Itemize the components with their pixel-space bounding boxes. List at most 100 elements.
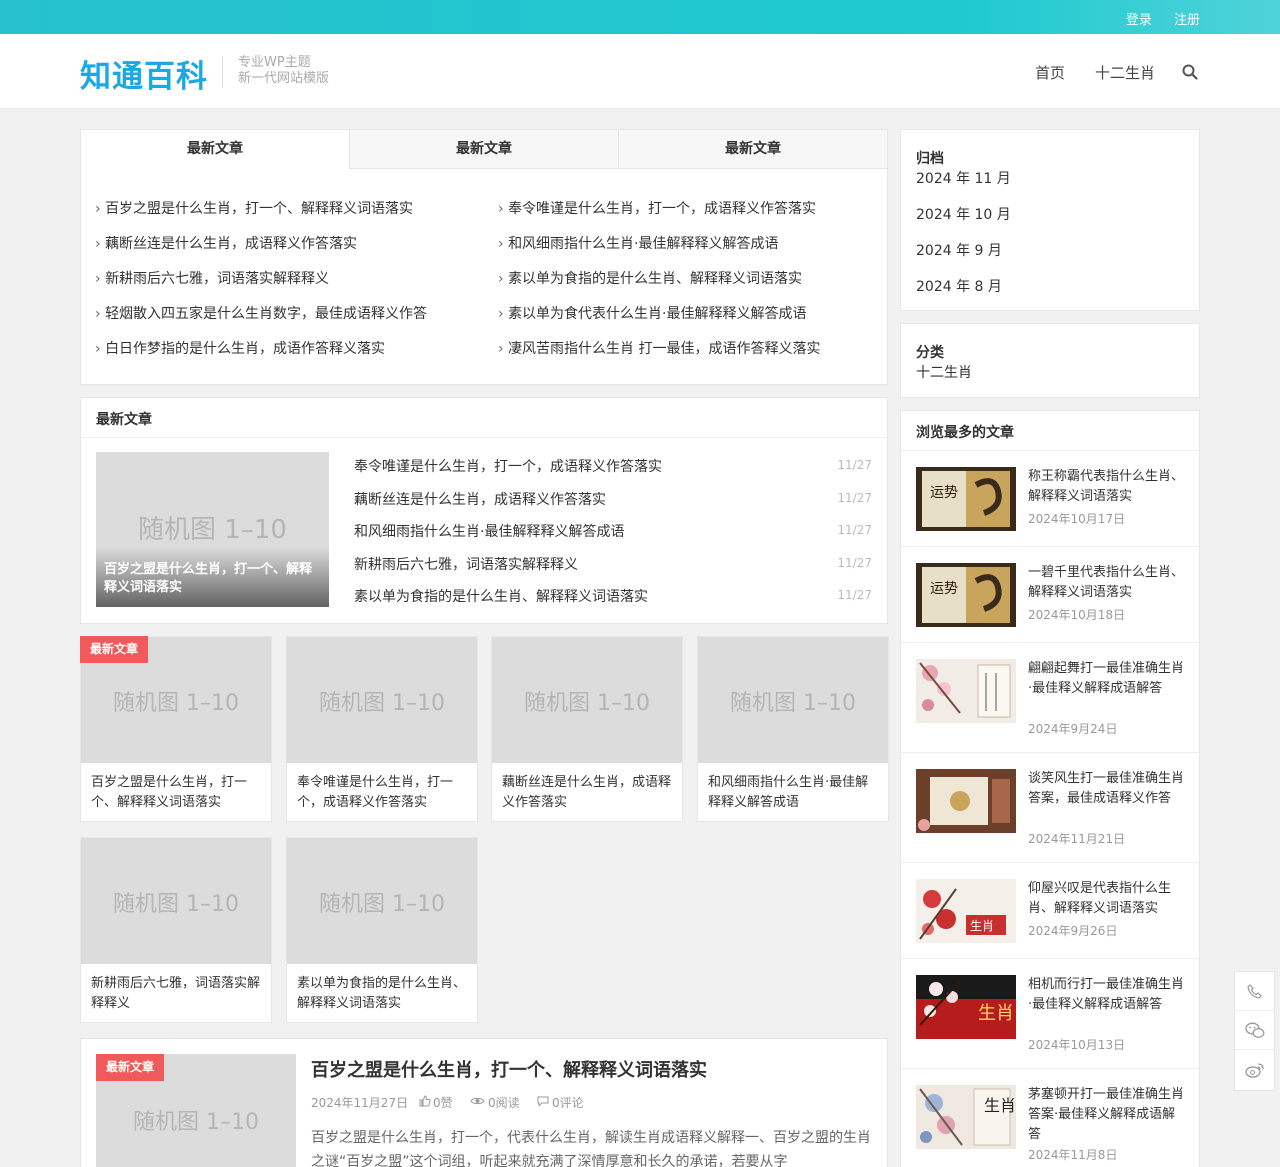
search-icon[interactable] bbox=[1182, 64, 1198, 80]
thumb-text: 生肖 bbox=[984, 1096, 1016, 1115]
tab-link[interactable]: 白日作梦指的是什么生肖，成语作答释义落实 bbox=[95, 338, 385, 358]
article-card[interactable]: 随机图 1–10 百岁之盟是什么生肖，打一个、解释释义词语落实 bbox=[80, 636, 272, 822]
popular-thumbnail[interactable] bbox=[916, 769, 1016, 833]
popular-item-title[interactable]: 相机而行打一最佳准确生肖·最佳释义解释成语解答 bbox=[1028, 975, 1188, 1015]
latest-badge: 最新文章 bbox=[80, 636, 149, 663]
tab-link[interactable]: 和风细雨指什么生肖·最佳解释释义解答成语 bbox=[498, 233, 778, 253]
card-thumbnail: 随机图 1–10 bbox=[81, 838, 271, 964]
list-item[interactable]: 和风细雨指什么生肖·最佳解释释义解答成语 bbox=[354, 521, 874, 541]
tab-link[interactable]: 奉令唯谨是什么生肖，打一个，成语释义作答落实 bbox=[498, 198, 816, 218]
box-divider bbox=[81, 437, 887, 438]
tab-latest-2[interactable]: 最新文章 bbox=[349, 130, 618, 169]
list-item-date: 11/27 bbox=[837, 523, 872, 537]
thumb-text: 运势 bbox=[930, 485, 958, 501]
article-badge: 最新文章 bbox=[96, 1054, 165, 1081]
article-tabs: 最新文章 最新文章 最新文章 bbox=[81, 130, 887, 169]
card-placeholder-text: 随机图 1–10 bbox=[113, 892, 239, 917]
popular-item-date: 2024年10月13日 bbox=[1028, 1038, 1126, 1052]
tab-link[interactable]: 藕断丝连是什么生肖，成语释义作答落实 bbox=[95, 233, 357, 253]
popular-item-title[interactable]: 谈笑风生打一最佳准确生肖答案，最佳成语释义作答 bbox=[1028, 769, 1188, 809]
tab-latest-1[interactable]: 最新文章 bbox=[81, 130, 349, 169]
popular-thumbnail[interactable]: 生肖 bbox=[916, 975, 1016, 1039]
card-title[interactable]: 百岁之盟是什么生肖，打一个、解释释义词语落实 bbox=[91, 773, 263, 813]
popular-item-title[interactable]: 一碧千里代表指什么生肖、解释释义词语落实 bbox=[1028, 563, 1188, 603]
card-title[interactable]: 新耕雨后六七雅，词语落实解释释义 bbox=[91, 974, 263, 1014]
tab-link[interactable]: 凄风苦雨指什么生肖 打一最佳，成语作答释义落实 bbox=[498, 338, 820, 358]
popular-item[interactable]: 生肖 茅塞顿开打一最佳准确生肖答案·最佳释义解释成语解答 2024年11月8日 bbox=[901, 1068, 1199, 1167]
popular-item[interactable]: 运势 一碧千里代表指什么生肖、解释释义词语落实 2024年10月18日 bbox=[901, 546, 1199, 642]
popular-item[interactable]: 谈笑风生打一最佳准确生肖答案，最佳成语释义作答 2024年11月21日 bbox=[901, 752, 1199, 862]
popular-thumbnail[interactable] bbox=[916, 659, 1016, 723]
article-likes: 0赞 bbox=[433, 1096, 453, 1110]
site-header: 知通百科 专业WP主题 新一代网站模版 首页 十二生肖 bbox=[0, 34, 1280, 109]
tab-link[interactable]: 素以单为食指的是什么生肖、解释释义词语落实 bbox=[498, 268, 802, 288]
popular-thumbnail[interactable]: 生肖 bbox=[916, 879, 1016, 943]
phone-icon bbox=[1247, 984, 1262, 999]
article-excerpt: 百岁之盟是什么生肖，打一个，代表什么生肖，解读生肖成语释义解释一、百岁之盟的生肖… bbox=[311, 1130, 871, 1167]
latest-box-title: 最新文章 bbox=[96, 412, 152, 428]
register-link[interactable]: 注册 bbox=[1174, 13, 1200, 28]
comment-icon bbox=[537, 1096, 549, 1107]
popular-thumbnail[interactable]: 运势 bbox=[916, 563, 1016, 627]
list-item[interactable]: 新耕雨后六七雅，词语落实解释释义 bbox=[354, 554, 874, 574]
popular-thumbnail[interactable]: 生肖 bbox=[916, 1085, 1016, 1149]
card-title[interactable]: 素以单为食指的是什么生肖、解释释义词语落实 bbox=[297, 974, 469, 1014]
site-logo[interactable]: 知通百科 bbox=[80, 51, 208, 96]
popular-item[interactable]: 翩翩起舞打一最佳准确生肖·最佳释义解释成语解答 2024年9月24日 bbox=[901, 642, 1199, 752]
card-title[interactable]: 藕断丝连是什么生肖，成语释义作答落实 bbox=[502, 773, 674, 813]
popular-item[interactable]: 生肖 仰屋兴叹是代表指什么生肖、解释释义词语落实 2024年9月26日 bbox=[901, 862, 1199, 958]
weibo-button[interactable] bbox=[1235, 1050, 1274, 1089]
popular-item-title[interactable]: 翩翩起舞打一最佳准确生肖·最佳释义解释成语解答 bbox=[1028, 659, 1188, 699]
archive-link[interactable]: 2024 年 8 月 bbox=[916, 276, 1002, 296]
nav-zodiac[interactable]: 十二生肖 bbox=[1095, 62, 1155, 83]
list-item[interactable]: 藕断丝连是什么生肖，成语释义作答落实 bbox=[354, 489, 874, 509]
archive-widget: 归档 2024 年 11 月 2024 年 10 月 2024 年 9 月 20… bbox=[900, 129, 1200, 311]
card-thumbnail: 随机图 1–10 bbox=[287, 838, 477, 964]
floating-contact-bar bbox=[1234, 971, 1275, 1091]
list-item[interactable]: 奉令唯谨是什么生肖，打一个，成语释义作答落实 bbox=[354, 456, 874, 476]
card-placeholder-text: 随机图 1–10 bbox=[113, 691, 239, 716]
featured-placeholder-text: 随机图 1–10 bbox=[138, 515, 287, 545]
tab-latest-3[interactable]: 最新文章 bbox=[618, 130, 887, 169]
tab-link[interactable]: 新耕雨后六七雅，词语落实解释释义 bbox=[95, 268, 329, 288]
login-link[interactable]: 登录 bbox=[1126, 13, 1152, 28]
tab-link[interactable]: 素以单为食代表什么生肖·最佳解释释义解答成语 bbox=[498, 303, 806, 323]
article-card[interactable]: 随机图 1–10 和风细雨指什么生肖·最佳解释释义解答成语 bbox=[697, 636, 889, 822]
tabbed-articles-box: 最新文章 最新文章 最新文章 百岁之盟是什么生肖，打一个、解释释义词语落实 藕断… bbox=[80, 129, 888, 385]
nav-home[interactable]: 首页 bbox=[1035, 62, 1065, 83]
popular-item-title[interactable]: 仰屋兴叹是代表指什么生肖、解释释义词语落实 bbox=[1028, 879, 1188, 919]
category-widget: 分类 十二生肖 bbox=[900, 323, 1200, 398]
list-item-date: 11/27 bbox=[837, 588, 872, 602]
article-card[interactable]: 随机图 1–10 奉令唯谨是什么生肖，打一个，成语释义作答落实 bbox=[286, 636, 478, 822]
archive-link[interactable]: 2024 年 11 月 bbox=[916, 168, 1011, 188]
card-title[interactable]: 和风细雨指什么生肖·最佳解释释义解答成语 bbox=[708, 773, 880, 813]
list-item-date: 11/27 bbox=[837, 491, 872, 505]
article-comments: 0评论 bbox=[552, 1096, 584, 1110]
account-links: 登录 注册 bbox=[1108, 9, 1200, 28]
article-card[interactable]: 随机图 1–10 素以单为食指的是什么生肖、解释释义词语落实 bbox=[286, 837, 478, 1023]
popular-item[interactable]: 运势 称王称霸代表指什么生肖、解释释义词语落实 2024年10月17日 bbox=[901, 450, 1199, 546]
tab-link[interactable]: 百岁之盟是什么生肖，打一个、解释释义词语落实 bbox=[95, 198, 413, 218]
card-title[interactable]: 奉令唯谨是什么生肖，打一个，成语释义作答落实 bbox=[297, 773, 469, 813]
article-card[interactable]: 随机图 1–10 新耕雨后六七雅，词语落实解释释义 bbox=[80, 837, 272, 1023]
popular-item-title[interactable]: 称王称霸代表指什么生肖、解释释义词语落实 bbox=[1028, 467, 1188, 507]
category-link[interactable]: 十二生肖 bbox=[916, 362, 972, 382]
card-thumbnail: 随机图 1–10 bbox=[698, 637, 888, 763]
popular-item-title[interactable]: 茅塞顿开打一最佳准确生肖答案·最佳释义解释成语解答 bbox=[1028, 1085, 1188, 1145]
like-icon[interactable] bbox=[419, 1095, 431, 1107]
site-tagline: 专业WP主题 新一代网站模版 bbox=[238, 55, 329, 87]
featured-thumbnail[interactable]: 随机图 1–10 百岁之盟是什么生肖，打一个、解释释义词语落实 bbox=[96, 452, 329, 607]
tab-link[interactable]: 轻烟散入四五家是什么生肖数字，最佳成语释义作答 bbox=[95, 303, 427, 323]
article-title[interactable]: 百岁之盟是什么生肖，打一个、解释释义词语落实 bbox=[311, 1056, 707, 1082]
list-item[interactable]: 素以单为食指的是什么生肖、解释释义词语落实 bbox=[354, 586, 874, 606]
archive-link[interactable]: 2024 年 10 月 bbox=[916, 204, 1011, 224]
weibo-icon bbox=[1245, 1063, 1264, 1078]
article-card[interactable]: 随机图 1–10 藕断丝连是什么生肖，成语释义作答落实 bbox=[491, 636, 683, 822]
popular-item[interactable]: 生肖 相机而行打一最佳准确生肖·最佳释义解释成语解答 2024年10月13日 bbox=[901, 958, 1199, 1068]
wechat-button[interactable] bbox=[1235, 1011, 1274, 1050]
archive-link[interactable]: 2024 年 9 月 bbox=[916, 240, 1002, 260]
list-item-date: 11/27 bbox=[837, 458, 872, 472]
popular-item-date: 2024年9月26日 bbox=[1028, 924, 1118, 938]
popular-thumbnail[interactable]: 运势 bbox=[916, 467, 1016, 531]
phone-button[interactable] bbox=[1235, 972, 1274, 1011]
